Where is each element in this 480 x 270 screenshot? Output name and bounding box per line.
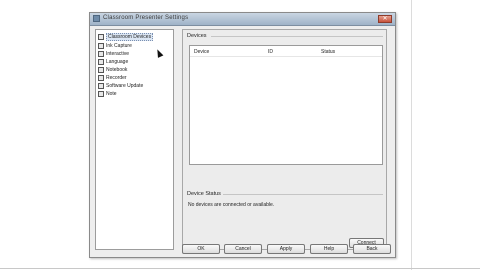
nav-item-label: Ink Capture: [106, 42, 132, 49]
apply-button[interactable]: Apply: [267, 244, 305, 254]
column-header-id[interactable]: ID: [268, 49, 273, 55]
list-header-divider: [190, 56, 382, 57]
notebook-icon: [98, 66, 104, 73]
column-header-device[interactable]: Device: [194, 49, 209, 55]
ok-button[interactable]: OK: [182, 244, 220, 254]
back-button[interactable]: Back: [353, 244, 391, 254]
help-button[interactable]: Help: [310, 244, 348, 254]
device-status-message: No devices are connected or available.: [188, 202, 275, 208]
software-update-icon: [98, 82, 104, 89]
nav-item-label: Recorder: [106, 74, 127, 81]
window-title: Classroom Presenter Settings: [103, 15, 189, 21]
device-status-group-title: Device Status: [187, 191, 221, 197]
close-icon: ✕: [382, 16, 388, 22]
nav-item-label: Software Update: [106, 82, 144, 89]
nav-item-label: Interactive: [106, 50, 130, 57]
close-button[interactable]: ✕: [378, 15, 392, 23]
language-icon: [98, 58, 104, 65]
device-status-group-divider: [223, 194, 383, 195]
column-header-status[interactable]: Status: [321, 49, 335, 55]
recorder-icon: [98, 74, 104, 81]
ink-capture-icon: [98, 42, 104, 49]
nav-item-classroom-devices[interactable]: Classroom Devices: [98, 32, 168, 41]
settings-content-panel: Devices Device ID Status Device Status N…: [182, 29, 387, 250]
app-icon: [93, 15, 100, 22]
nav-item-label: Language: [106, 58, 129, 65]
settings-window: Classroom Presenter Settings ✕ Classroom…: [89, 12, 396, 258]
background-baseline: [0, 268, 480, 269]
window-titlebar[interactable]: Classroom Presenter Settings ✕: [90, 13, 395, 26]
devices-group-title: Devices: [187, 33, 207, 39]
cancel-button[interactable]: Cancel: [224, 244, 262, 254]
devices-icon: [98, 33, 104, 40]
nav-item-label: Note: [106, 90, 117, 97]
nav-item-label: Notebook: [106, 66, 128, 73]
note-icon: [98, 90, 104, 97]
devices-group-divider: [211, 36, 383, 37]
devices-list[interactable]: Device ID Status: [189, 45, 383, 165]
nav-item-note[interactable]: Note: [98, 89, 168, 98]
interactive-icon: [98, 50, 104, 57]
settings-nav: Classroom Devices Ink Capture Interactiv…: [95, 29, 174, 250]
background-divider: [411, 0, 412, 270]
nav-item-label: Classroom Devices: [106, 32, 154, 41]
